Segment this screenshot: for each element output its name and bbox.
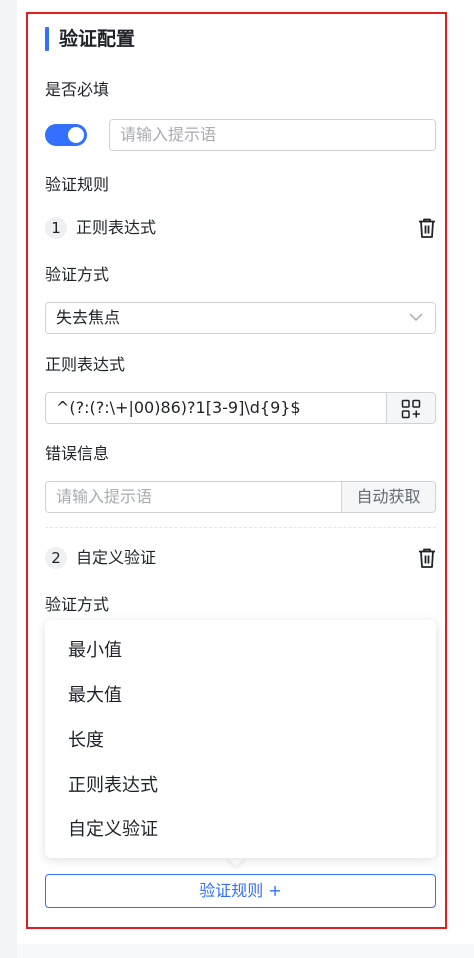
method-dropdown: 最小值 最大值 长度 正则表达式 自定义验证 [45, 620, 436, 858]
add-rule-button[interactable]: 验证规则 + [45, 874, 436, 908]
rule-1-index-badge: 1 [45, 217, 67, 239]
rule-1-regex-input[interactable]: ^(?:(?:\+|00)86)?1[3-9]\d{9}$ [45, 392, 387, 424]
dropdown-option-max[interactable]: 最大值 [68, 683, 122, 709]
dropdown-option-custom[interactable]: 自定义验证 [68, 817, 158, 843]
rule-1-regex-label: 正则表达式 [45, 355, 126, 374]
rule-2-name: 自定义验证 [76, 548, 157, 567]
auto-fetch-button[interactable]: 自动获取 [341, 481, 436, 513]
required-hint-placeholder: 请输入提示语 [120, 125, 217, 144]
rule-1-method-select[interactable]: 失去焦点 [45, 302, 436, 334]
rule-1-name: 正则表达式 [76, 218, 157, 237]
validation-config-panel: 验证配置 是否必填 请输入提示语 验证规则 1 正则表达式 验证方式 失去焦点 … [26, 12, 447, 929]
rule-1-error-input[interactable]: 请输入提示语 [45, 481, 342, 513]
rule-divider [45, 527, 436, 528]
title-accent-bar [45, 27, 49, 51]
regex-picker-button[interactable] [386, 392, 436, 424]
left-gutter [0, 0, 17, 958]
rule-1-error-label: 错误信息 [45, 444, 110, 463]
grid-plus-icon [401, 399, 421, 419]
chevron-down-icon [409, 313, 423, 322]
rule-2-index-badge: 2 [45, 547, 67, 569]
required-toggle[interactable] [45, 124, 87, 146]
required-hint-input[interactable]: 请输入提示语 [109, 119, 436, 151]
toggle-knob [68, 127, 84, 143]
rule-1-regex-value: ^(?:(?:\+|00)86)?1[3-9]\d{9}$ [56, 398, 301, 417]
rule-2-method-label: 验证方式 [45, 595, 110, 614]
rules-label: 验证规则 [45, 175, 110, 194]
trash-icon[interactable] [417, 217, 437, 239]
panel-title: 验证配置 [59, 28, 136, 50]
dropdown-option-length[interactable]: 长度 [68, 728, 104, 754]
required-label: 是否必填 [45, 80, 110, 99]
trash-icon[interactable] [417, 547, 437, 569]
rule-1-method-value: 失去焦点 [56, 308, 121, 327]
rule-1-error-placeholder: 请输入提示语 [56, 487, 153, 506]
dropdown-option-min[interactable]: 最小值 [68, 638, 122, 664]
dropdown-option-regex[interactable]: 正则表达式 [68, 773, 158, 799]
rule-1-method-label: 验证方式 [45, 265, 110, 284]
bottom-gutter [17, 944, 474, 958]
